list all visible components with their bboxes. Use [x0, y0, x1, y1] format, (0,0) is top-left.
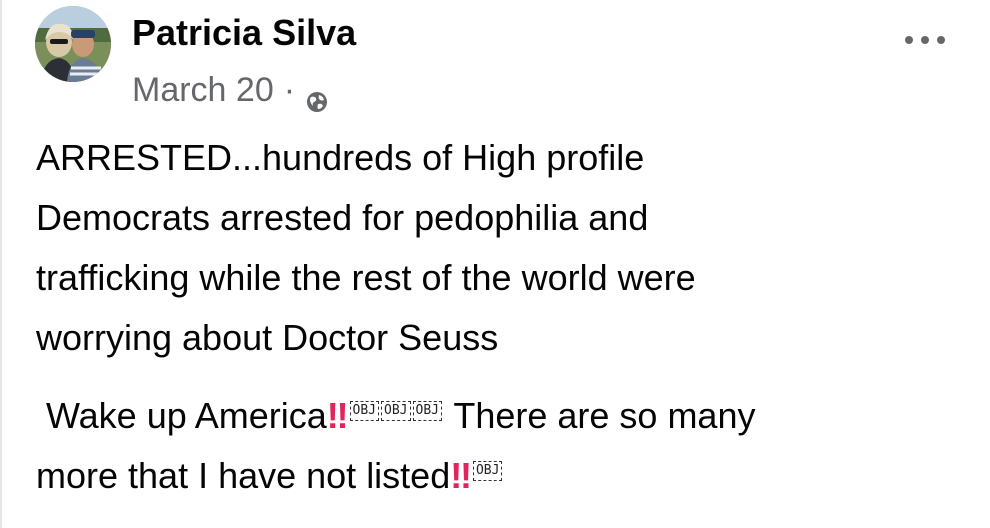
missing-glyph-placeholder: OBJ [381, 401, 411, 421]
post-text-paragraph-2: Wake up America‼ OBJ OBJ OBJ There are so m… [36, 386, 956, 506]
post-text-segment: There are so many [443, 395, 756, 436]
missing-glyph-placeholder: OBJ [349, 401, 380, 421]
facebook-post: Patricia Silva March 20 · ARRESTED...hun… [0, 0, 990, 528]
avatar-photo [35, 6, 111, 82]
post-date[interactable]: March 20 [132, 71, 274, 110]
globe-icon[interactable] [305, 84, 329, 112]
double-exclamation-emoji: ‼ [450, 455, 472, 496]
post-text-line: ARRESTED...hundreds of High profile [36, 137, 645, 178]
post-text-line: worrying about Doctor Seuss [36, 317, 499, 358]
post-text-line: Wake up America‼ OBJ OBJ OBJ There are so m… [36, 386, 956, 446]
missing-glyph-placeholder: OBJ [412, 401, 442, 421]
more-dot [921, 36, 929, 44]
double-exclamation-emoji: ‼ [326, 395, 349, 436]
more-dot [937, 36, 945, 44]
author-name[interactable]: Patricia Silva [132, 12, 356, 54]
post-text-segment: more that I have not listed [36, 455, 451, 496]
post-text-line: trafficking while the rest of the world … [36, 257, 696, 298]
more-options-icon[interactable] [905, 26, 945, 54]
more-dot [905, 36, 913, 44]
post-meta: March 20 · [132, 68, 329, 112]
author-avatar[interactable] [35, 6, 111, 82]
post-text-segment: Wake up America [36, 395, 327, 436]
post-text-paragraph-1: ARRESTED...hundreds of High profile Demo… [36, 128, 956, 368]
missing-glyph-placeholder: OBJ [472, 461, 503, 481]
meta-separator: · [283, 70, 296, 109]
post-text-line: more that I have not listed‼ OBJ [36, 446, 956, 506]
post-text-line: Democrats arrested for pedophilia and [36, 197, 649, 238]
